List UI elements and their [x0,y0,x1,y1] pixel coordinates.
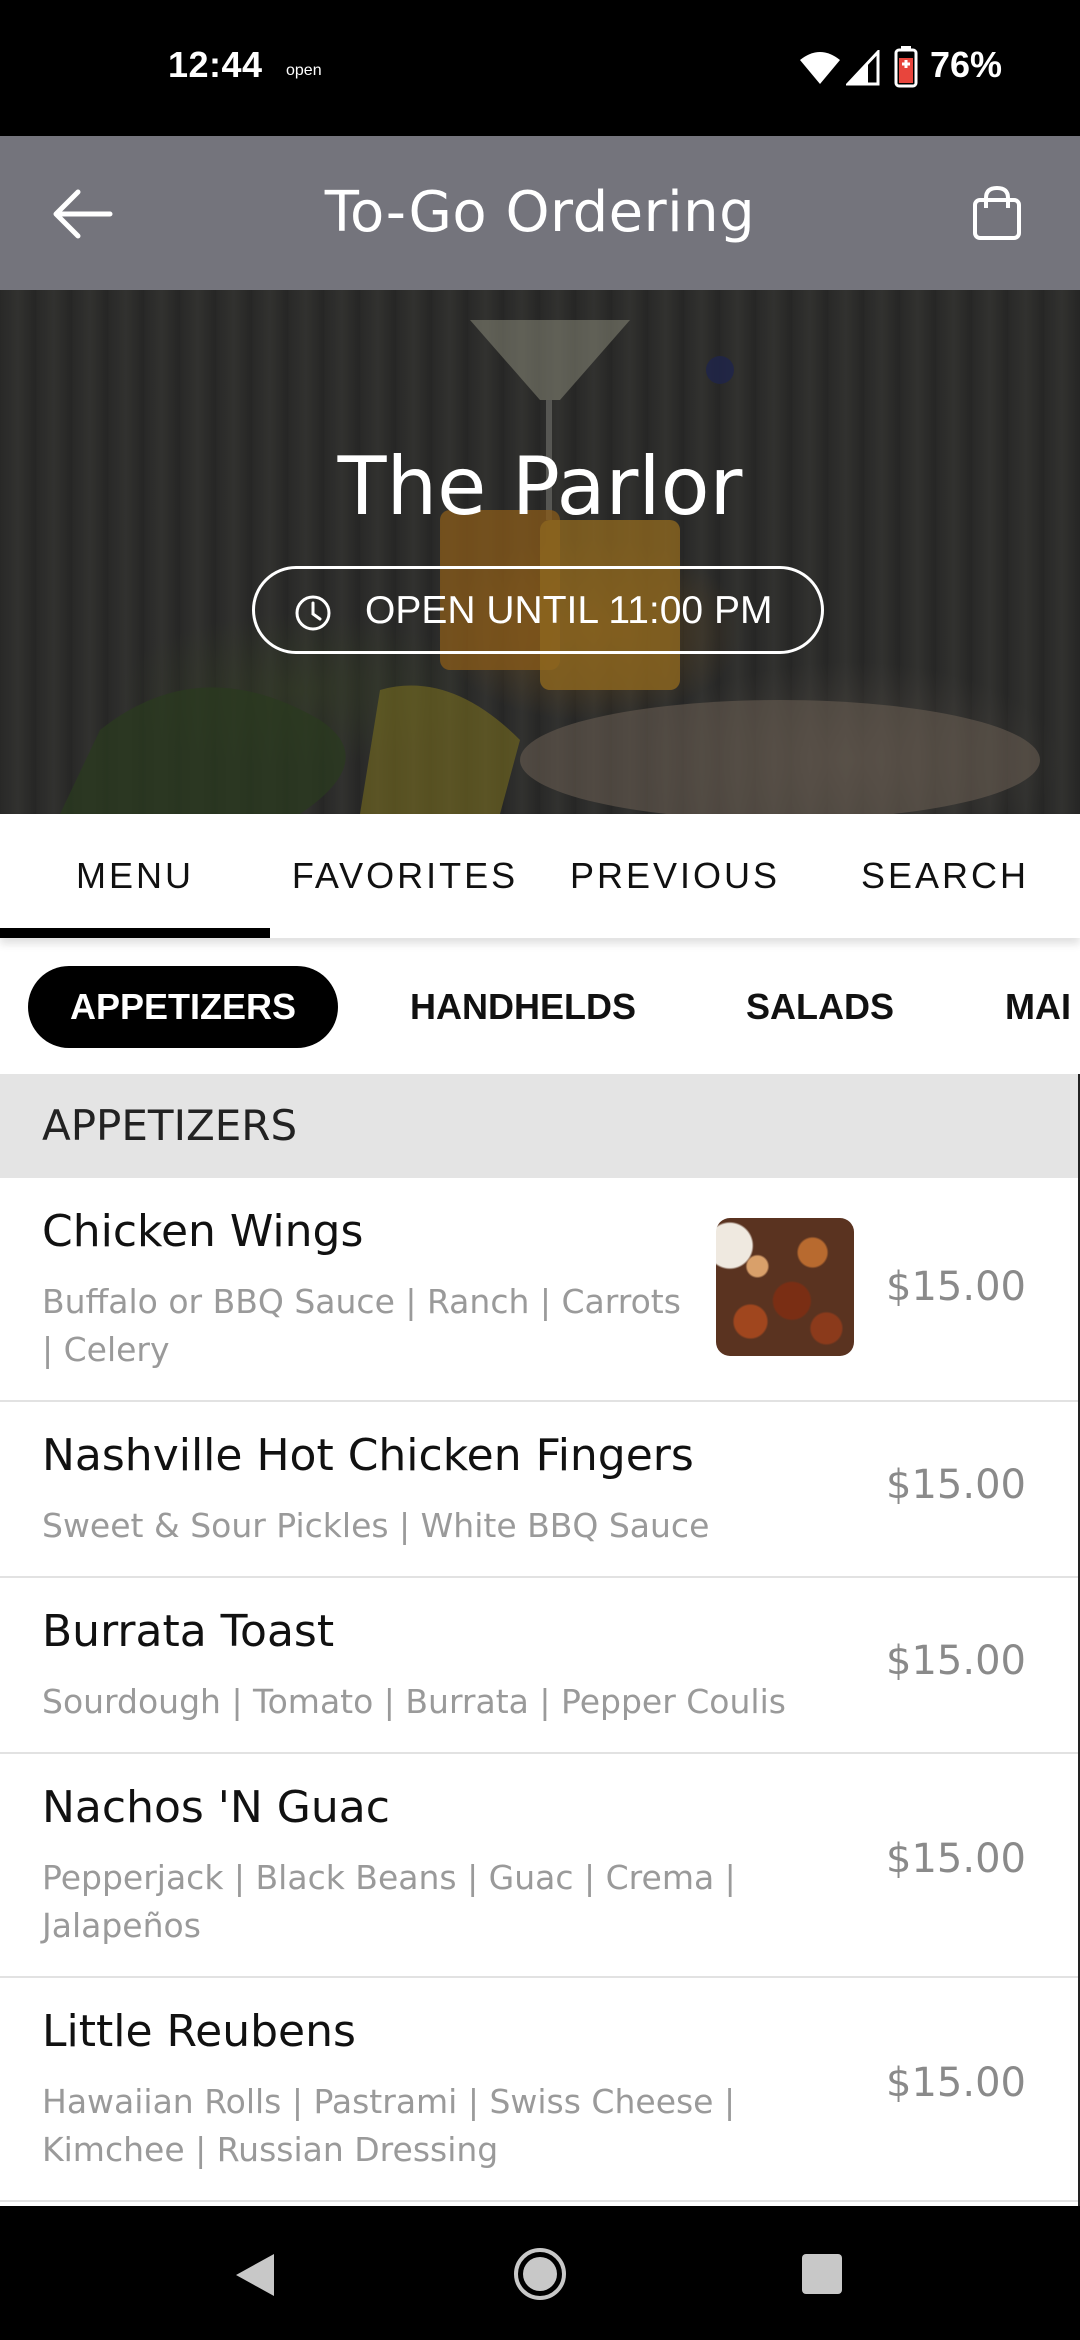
category-handhelds[interactable]: HANDHELDS [410,966,636,1048]
nav-recents-icon[interactable] [800,2252,844,2296]
item-price: $15.00 [886,2060,1026,2106]
menu-item-nashville-hot-chicken-fingers[interactable]: Nashville Hot Chicken Fingers Sweet & So… [0,1402,1078,1578]
item-name: Nachos 'N Guac [42,1782,390,1833]
item-photo [716,1218,854,1356]
item-description-line2: Jalapeños [42,1906,201,1945]
menu-item-little-reubens[interactable]: Little Reubens Hawaiian Rolls | Pastrami… [0,1978,1078,2202]
item-price: $15.00 [886,1264,1026,1310]
system-nav-bar [0,2206,1080,2340]
item-description-line1: Sourdough | Tomato | Burrata | Pepper Co… [42,1682,786,1721]
hero-banner: The Parlor OPEN UNTIL 11:00 PM [0,290,1080,814]
menu-tabs: MENU FAVORITES PREVIOUS SEARCH [0,814,1080,938]
category-mains[interactable]: MAI [1005,966,1071,1048]
status-extra-text: open [286,62,322,79]
item-name: Chicken Wings [42,1206,364,1257]
clock-icon [295,595,331,631]
item-description-line1: Buffalo or BBQ Sauce | Ranch | Carrots [42,1282,681,1321]
section-header: APPETIZERS [0,1074,1078,1178]
battery-percent: 76% [930,44,1003,85]
tab-search[interactable]: SEARCH [810,814,1080,938]
item-name: Burrata Toast [42,1606,335,1657]
wifi-icon [800,52,840,84]
status-time: 12:44 [168,44,263,85]
category-appetizers[interactable]: APPETIZERS [28,966,339,1048]
item-price: $15.00 [886,1638,1026,1684]
tab-favorites[interactable]: FAVORITES [270,814,540,938]
section-title: APPETIZERS [42,1101,298,1150]
menu-item-burrata-toast[interactable]: Burrata Toast Sourdough | Tomato | Burra… [0,1578,1078,1754]
app-bar-title: To-Go Ordering [324,180,756,245]
nav-back-icon[interactable] [232,2250,278,2300]
restaurant-name: The Parlor [337,440,743,533]
hero-overlay [0,290,1080,814]
app-bar: To-Go Ordering [0,136,1080,290]
menu-item-chicken-wings[interactable]: Chicken Wings Buffalo or BBQ Sauce | Ran… [0,1178,1078,1402]
back-arrow-icon[interactable] [50,186,114,242]
item-name: Nashville Hot Chicken Fingers [42,1430,694,1481]
tab-previous[interactable]: PREVIOUS [540,814,810,938]
item-description-line2: Kimchee | Russian Dressing [42,2130,499,2169]
hours-label: OPEN UNTIL 11:00 PM [365,589,773,632]
status-bar: 12:44 open 76% [0,0,1080,136]
battery-icon [894,46,918,88]
hours-badge: OPEN UNTIL 11:00 PM [252,566,824,654]
item-description-line1: Pepperjack | Black Beans | Guac | Crema … [42,1858,736,1897]
category-chips: APPETIZERS HANDHELDS SALADS MAI [0,938,1080,1074]
shopping-bag-icon[interactable] [970,184,1024,242]
item-price: $15.00 [886,1462,1026,1508]
signal-icon [846,50,880,86]
item-name: Little Reubens [42,2006,356,2057]
item-description-line2: | Celery [42,1330,170,1369]
nav-home-icon[interactable] [512,2246,568,2302]
menu-item-nachos-n-guac[interactable]: Nachos 'N Guac Pepperjack | Black Beans … [0,1754,1078,1978]
category-salads[interactable]: SALADS [746,966,894,1048]
item-description-line1: Sweet & Sour Pickles | White BBQ Sauce [42,1506,710,1545]
tab-menu[interactable]: MENU [0,814,270,938]
item-description-line1: Hawaiian Rolls | Pastrami | Swiss Cheese… [42,2082,736,2121]
item-price: $15.00 [886,1836,1026,1882]
